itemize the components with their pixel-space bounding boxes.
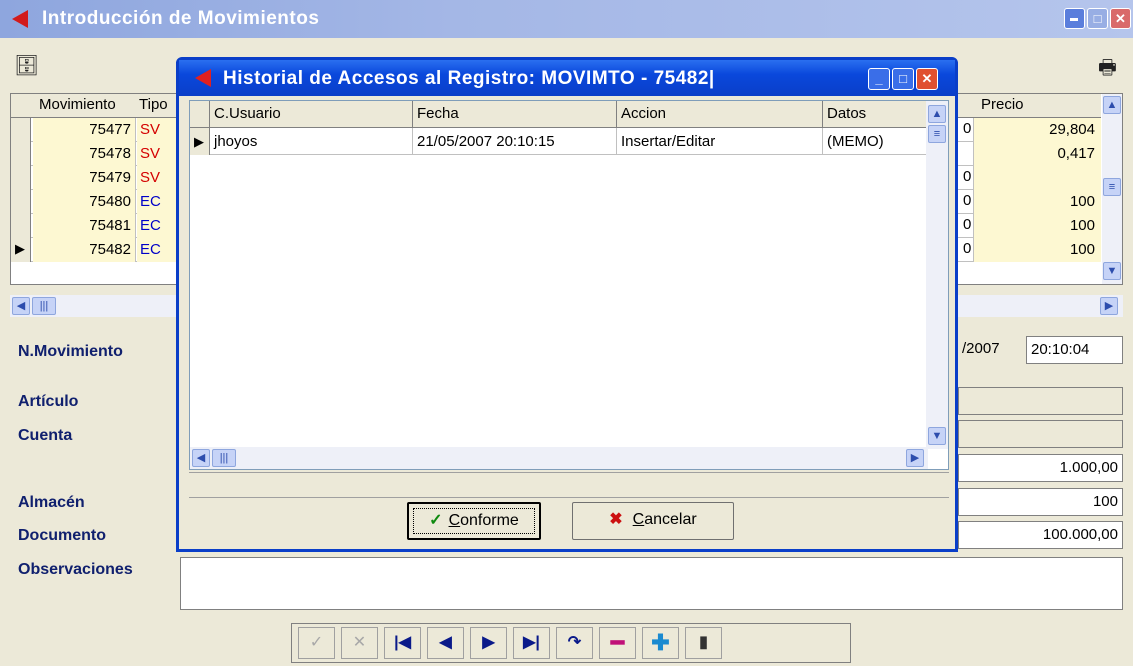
label-almacen: Almacén: [18, 494, 85, 511]
observaciones-field[interactable]: [180, 557, 1123, 610]
minimize-button[interactable]: [1064, 8, 1085, 29]
insert-icon[interactable]: ✚: [642, 627, 679, 659]
access-history-dialog: Historial de Accesos al Registro: MOVIMT…: [176, 57, 958, 552]
column-c-usuario[interactable]: C.Usuario: [210, 101, 413, 128]
column-accion[interactable]: Accion: [617, 101, 823, 128]
importe-field[interactable]: 100.000,00: [958, 521, 1123, 549]
scroll-thumb[interactable]: |||: [212, 449, 236, 467]
row-pointer-icon: ▶: [194, 134, 204, 149]
scroll-down-icon[interactable]: ▼: [928, 427, 946, 445]
app-logo-icon: [12, 10, 28, 28]
access-history-grid[interactable]: C.Usuario Fecha Accion Datos ▶ jhoyos 21…: [189, 100, 949, 470]
label-n-movimiento: N.Movimiento: [18, 343, 123, 360]
maximize-button[interactable]: □: [1087, 8, 1108, 29]
dialog-maximize-button[interactable]: □: [892, 68, 914, 90]
dialog-titlebar[interactable]: Historial de Accesos al Registro: MOVIMT…: [179, 60, 955, 96]
cell-usuario[interactable]: jhoyos: [210, 128, 413, 155]
cell-movimiento[interactable]: 75477: [33, 118, 136, 142]
cell-precio[interactable]: 29,804: [973, 118, 1101, 142]
cantidad-field[interactable]: 1.000,00: [958, 454, 1123, 482]
dialog-title: Historial de Accesos al Registro: MOVIMT…: [223, 68, 715, 89]
main-window-title: Introducción de Movimientos: [42, 8, 320, 29]
scroll-thumb[interactable]: ≡: [928, 125, 946, 143]
refresh-icon[interactable]: ↷: [556, 627, 593, 659]
main-titlebar[interactable]: Introducción de Movimientos □ ✕: [0, 0, 1133, 38]
cell-fragment: 0: [963, 216, 972, 233]
cell-movimiento[interactable]: 75482: [33, 238, 136, 262]
cancel-x-icon: ✖: [609, 511, 623, 528]
cell-precio[interactable]: [973, 166, 1101, 190]
cell-precio[interactable]: 100: [973, 214, 1101, 238]
scroll-left-icon[interactable]: ◀: [192, 449, 210, 467]
cell-precio[interactable]: 100: [973, 190, 1101, 214]
close-button[interactable]: ✕: [1110, 8, 1131, 29]
grid-vertical-scrollbar[interactable]: ▲ ≡ ▼: [1102, 94, 1122, 284]
confirm-icon[interactable]: ✓: [298, 627, 335, 659]
row-pointer-icon: ▶: [15, 241, 25, 256]
grid-header: C.Usuario Fecha Accion Datos: [190, 101, 928, 128]
cell-fragment: 0: [963, 192, 972, 209]
cell-fragment: 0: [963, 168, 972, 185]
column-movimiento[interactable]: Movimiento: [39, 96, 116, 113]
cell-precio[interactable]: 0,417: [973, 142, 1101, 166]
cell-precio[interactable]: 100: [973, 238, 1101, 262]
scroll-right-icon[interactable]: ▶: [1100, 297, 1118, 315]
label-cuenta: Cuenta: [18, 427, 73, 444]
scroll-thumb[interactable]: ≡: [1103, 178, 1121, 196]
cell-datos[interactable]: (MEMO): [823, 128, 928, 155]
cell-movimiento[interactable]: 75479: [33, 166, 136, 190]
dialog-horizontal-scrollbar[interactable]: ◀ ||| ▶: [190, 447, 928, 469]
dialog-minimize-button[interactable]: _: [868, 68, 890, 90]
column-datos[interactable]: Datos: [823, 101, 928, 128]
prior-record-icon[interactable]: ◀: [427, 627, 464, 659]
label-documento: Documento: [18, 527, 106, 544]
delete-icon[interactable]: ━: [599, 627, 636, 659]
table-row[interactable]: ▶ jhoyos 21/05/2007 20:10:15 Insertar/Ed…: [190, 128, 928, 155]
date-field[interactable]: /2007: [958, 336, 1020, 364]
articulo-field[interactable]: [958, 387, 1123, 415]
scroll-thumb[interactable]: |||: [32, 297, 56, 315]
cell-fecha[interactable]: 21/05/2007 20:10:15: [413, 128, 617, 155]
conforme-button[interactable]: ✓ Conforme: [407, 502, 541, 540]
cancelar-button[interactable]: ✖ Cancelar: [572, 502, 734, 540]
dialog-close-button[interactable]: ✕: [916, 68, 938, 90]
first-record-icon[interactable]: |◀: [384, 627, 421, 659]
cell-movimiento[interactable]: 75478: [33, 142, 136, 166]
cell-movimiento[interactable]: 75481: [33, 214, 136, 238]
label-observaciones: Observaciones: [18, 561, 133, 578]
label-articulo: Artículo: [18, 393, 79, 410]
column-fecha[interactable]: Fecha: [413, 101, 617, 128]
scroll-up-icon[interactable]: ▲: [928, 105, 946, 123]
record-navigator: ✓ ✕ |◀ ◀ ▶ ▶| ↷ ━ ✚ ▮: [291, 623, 851, 663]
column-precio[interactable]: Precio: [981, 96, 1024, 113]
scroll-down-icon[interactable]: ▼: [1103, 262, 1121, 280]
column-tipo[interactable]: Tipo: [139, 96, 168, 113]
cell-movimiento[interactable]: 75480: [33, 190, 136, 214]
cell-fragment: 0: [963, 240, 972, 257]
cell-accion[interactable]: Insertar/Editar: [617, 128, 823, 155]
scroll-up-icon[interactable]: ▲: [1103, 96, 1121, 114]
precio-field[interactable]: 100: [958, 488, 1123, 516]
app-logo-icon: [195, 69, 211, 87]
next-record-icon[interactable]: ▶: [470, 627, 507, 659]
cell-fragment: 0: [963, 120, 972, 137]
time-field[interactable]: 20:10:04: [1026, 336, 1123, 364]
dialog-status-bar: [189, 472, 949, 498]
cuenta-field[interactable]: [958, 420, 1123, 448]
scroll-right-icon[interactable]: ▶: [906, 449, 924, 467]
exit-icon[interactable]: ▮: [685, 627, 722, 659]
cancel-icon[interactable]: ✕: [341, 627, 378, 659]
dialog-vertical-scrollbar[interactable]: ▲ ≡ ▼: [926, 101, 948, 449]
print-icon[interactable]: 🖶: [1098, 53, 1117, 87]
toolbar-icon[interactable]: 🗄: [14, 53, 39, 78]
scroll-left-icon[interactable]: ◀: [12, 297, 30, 315]
last-record-icon[interactable]: ▶|: [513, 627, 550, 659]
